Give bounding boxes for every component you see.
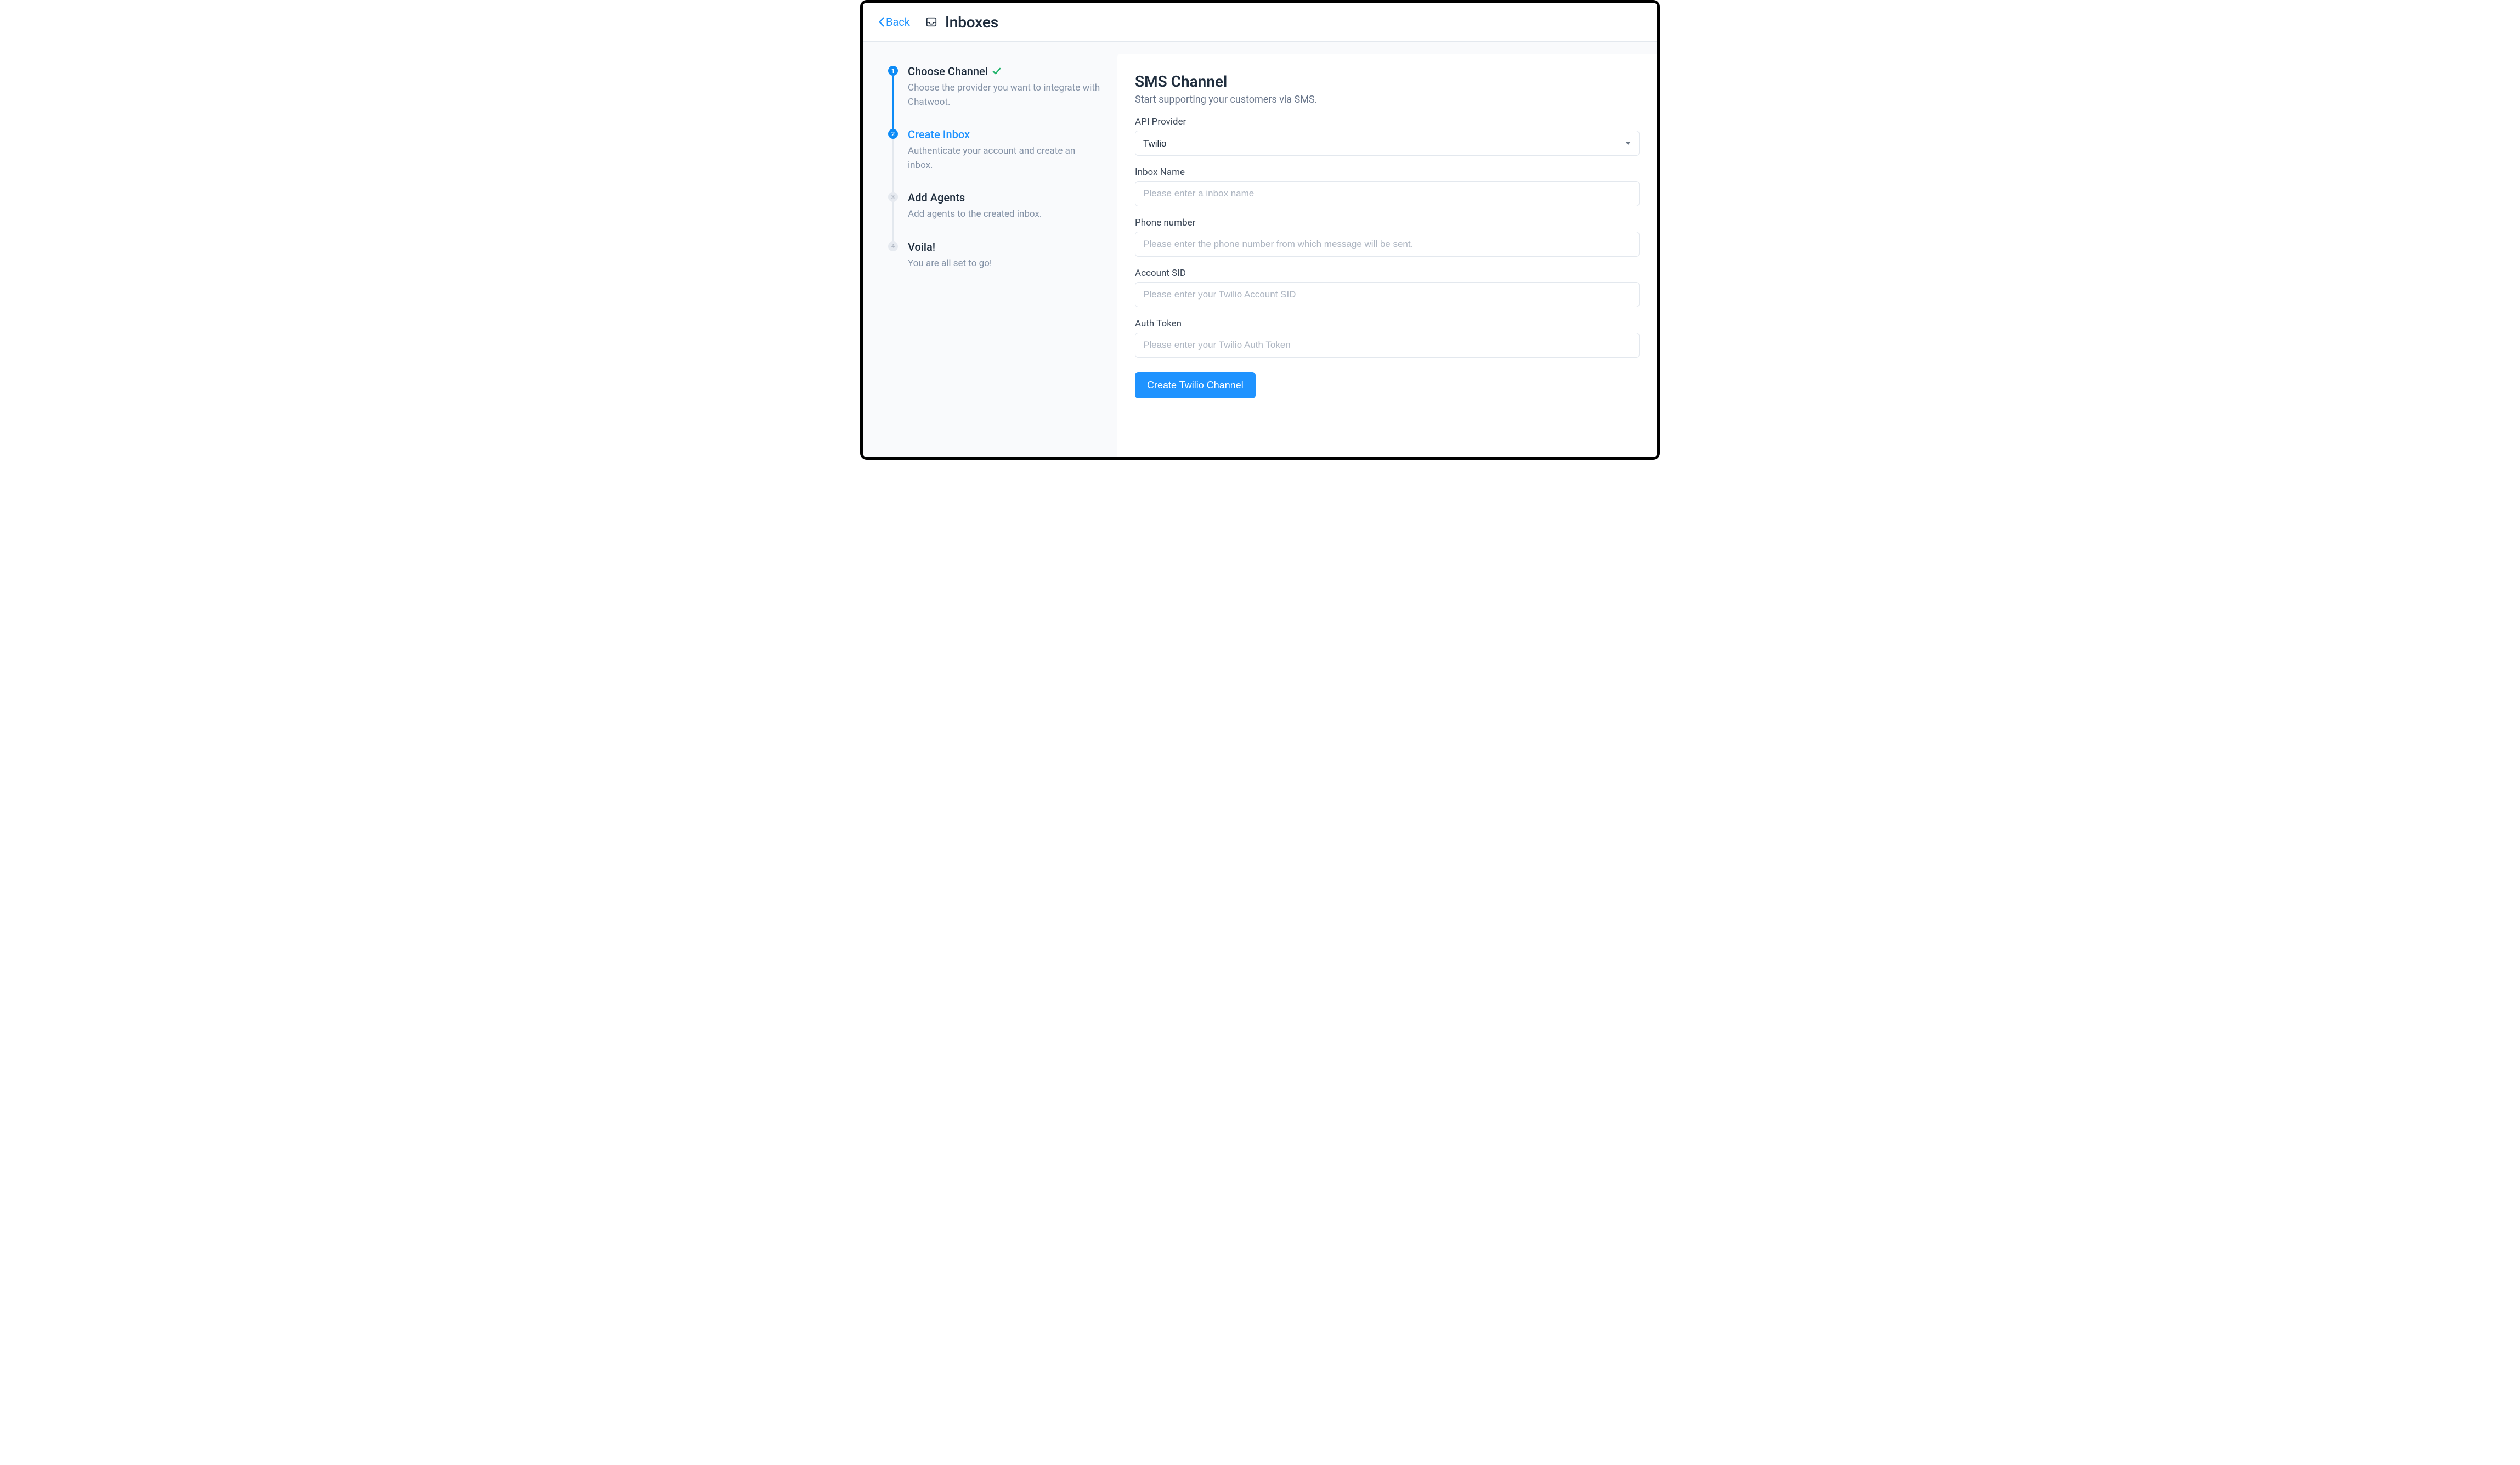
auth-token-label: Auth Token <box>1135 318 1640 329</box>
form-subtitle: Start supporting your customers via SMS. <box>1135 94 1640 105</box>
back-label: Back <box>886 15 910 29</box>
stepper-step: 4 Voila! You are all set to go! <box>888 240 1101 271</box>
api-provider-label: API Provider <box>1135 116 1640 127</box>
chevron-left-icon <box>878 16 885 27</box>
stepper-step: 2 Create Inbox Authenticate your account a… <box>888 128 1101 191</box>
step-description: Add agents to the created inbox. <box>908 207 1101 222</box>
page-title: Inboxes <box>945 13 998 31</box>
step-title: Create Inbox <box>908 128 1101 141</box>
stepper-step: 1 Choose Channel Choose the provider you w… <box>888 65 1101 128</box>
account-sid-input[interactable] <box>1135 282 1640 307</box>
inbox-name-label: Inbox Name <box>1135 167 1640 178</box>
api-provider-select[interactable]: Twilio <box>1135 131 1640 156</box>
step-number-badge: 1 <box>888 66 898 76</box>
step-number-badge: 4 <box>888 241 898 251</box>
topbar: Back Inboxes <box>863 3 1657 42</box>
back-button[interactable]: Back <box>878 15 910 29</box>
check-icon <box>992 67 1001 76</box>
form-card: SMS Channel Start supporting your custom… <box>1117 54 1657 457</box>
inbox-name-input[interactable] <box>1135 181 1640 206</box>
step-description: You are all set to go! <box>908 257 1101 271</box>
account-sid-label: Account SID <box>1135 268 1640 279</box>
step-title: Voila! <box>908 240 1101 253</box>
main-content: SMS Channel Start supporting your custom… <box>1117 42 1657 457</box>
step-title: Add Agents <box>908 191 1101 204</box>
form-title: SMS Channel <box>1135 72 1640 91</box>
step-description: Choose the provider you want to integrat… <box>908 81 1101 109</box>
phone-number-label: Phone number <box>1135 217 1640 228</box>
step-description: Authenticate your account and create an … <box>908 144 1101 172</box>
create-twilio-channel-button[interactable]: Create Twilio Channel <box>1135 372 1256 398</box>
phone-number-input[interactable] <box>1135 232 1640 257</box>
sidebar-stepper: 1 Choose Channel Choose the provider you w… <box>863 42 1117 457</box>
stepper-step: 3 Add Agents Add agents to the created inb… <box>888 191 1101 240</box>
step-title: Choose Channel <box>908 65 1101 78</box>
inbox-icon <box>925 16 937 28</box>
step-number-badge: 3 <box>888 192 898 202</box>
auth-token-input[interactable] <box>1135 333 1640 358</box>
step-number-badge: 2 <box>888 129 898 139</box>
